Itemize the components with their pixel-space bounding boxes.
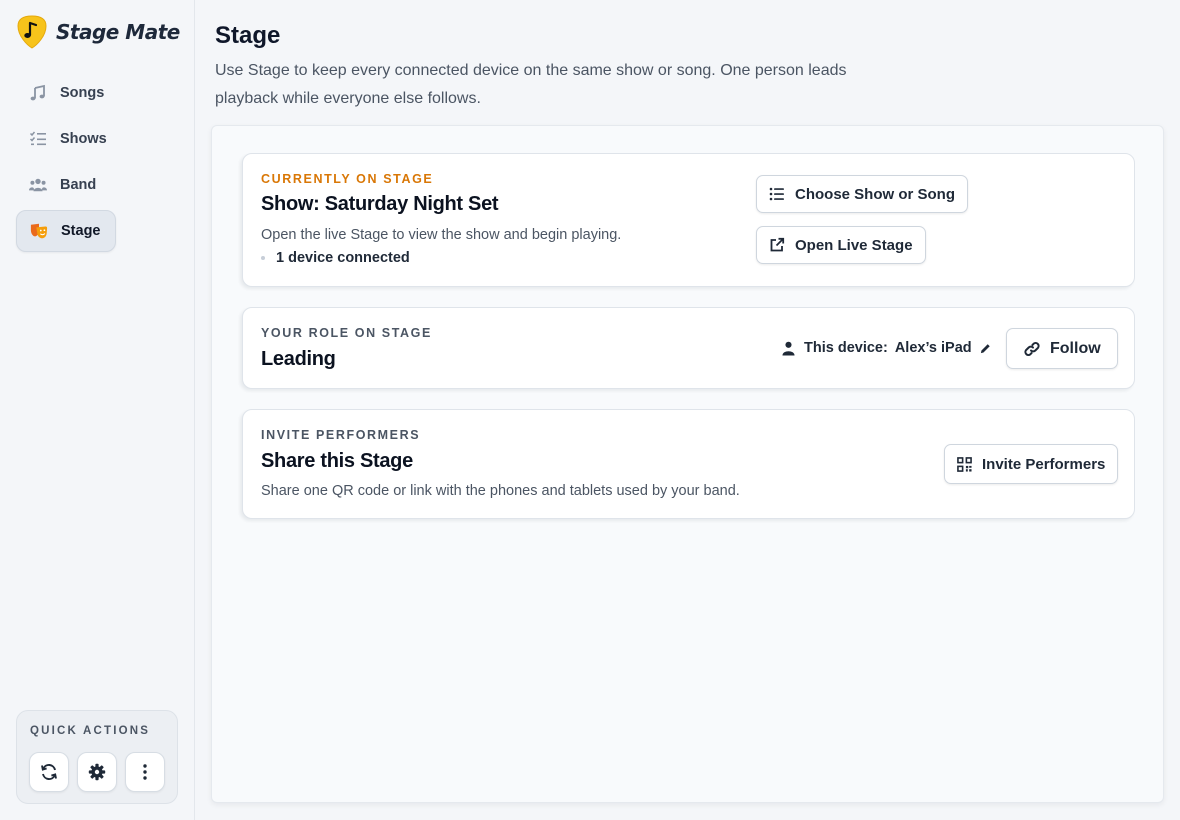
button-label: Choose Show or Song <box>795 185 955 203</box>
button-label: Open Live Stage <box>795 236 913 254</box>
sidebar-item-label: Songs <box>60 85 105 101</box>
button-label: Invite Performers <box>982 455 1106 473</box>
sidebar-item-label: Shows <box>60 131 107 147</box>
more-vertical-icon <box>143 764 147 780</box>
sidebar-item-songs[interactable]: Songs <box>16 72 178 114</box>
users-icon <box>28 176 48 194</box>
gear-icon <box>88 763 106 781</box>
external-link-icon <box>770 237 785 252</box>
quick-actions-panel: QUICK ACTIONS <box>16 710 178 804</box>
card-eyebrow: CURRENTLY ON STAGE <box>261 172 434 186</box>
quick-actions-title: QUICK ACTIONS <box>30 725 151 737</box>
sidebar-nav: Songs Shows Band Stage <box>16 72 178 256</box>
invite-performers-card: INVITE PERFORMERS Share this Stage Share… <box>242 409 1135 519</box>
app-logo[interactable]: Stage Mate <box>17 14 180 50</box>
page-description: Use Stage to keep every connected device… <box>215 62 847 107</box>
open-live-stage-button[interactable]: Open Live Stage <box>756 226 926 264</box>
button-label: Follow <box>1050 339 1101 357</box>
list-icon <box>769 187 784 201</box>
sidebar-item-label: Band <box>60 177 97 193</box>
app-name: Stage Mate <box>56 20 180 44</box>
connected-devices: 1 device connected <box>261 250 410 266</box>
this-device: This device: Alex’s iPad <box>782 340 991 356</box>
your-role-card: YOUR ROLE ON STAGE Leading This device: … <box>242 307 1135 389</box>
refresh-icon <box>41 764 57 780</box>
sidebar-item-shows[interactable]: Shows <box>16 118 178 160</box>
theater-masks-icon <box>29 222 49 240</box>
guitar-pick-logo-icon <box>17 15 47 49</box>
more-button[interactable] <box>125 752 165 792</box>
settings-button[interactable] <box>77 752 117 792</box>
connected-devices-count: 1 device connected <box>276 250 410 266</box>
music-note-icon <box>28 84 48 102</box>
card-title: Share this Stage <box>261 450 413 472</box>
this-device-label: This device: <box>804 340 888 356</box>
device-name: Alex’s iPad <box>894 340 972 356</box>
choose-show-or-song-button[interactable]: Choose Show or Song <box>756 175 968 213</box>
currently-on-stage-card: CURRENTLY ON STAGE Show: Saturday Night … <box>242 153 1135 287</box>
sidebar: Stage Mate Songs Shows Band Stage QUICK … <box>0 0 195 820</box>
user-icon <box>782 341 795 355</box>
sidebar-item-stage[interactable]: Stage <box>16 210 116 252</box>
quick-actions-buttons <box>29 752 165 792</box>
card-eyebrow: YOUR ROLE ON STAGE <box>261 326 432 340</box>
page-title: Stage <box>215 22 281 49</box>
card-description: Open the live Stage to view the show and… <box>261 227 622 243</box>
link-icon <box>1024 341 1040 356</box>
role-title: Leading <box>261 348 336 370</box>
qr-code-icon <box>957 456 972 472</box>
list-check-icon <box>28 130 48 148</box>
refresh-button[interactable] <box>29 752 69 792</box>
follow-button[interactable]: Follow <box>1006 328 1118 369</box>
sidebar-item-band[interactable]: Band <box>16 164 178 206</box>
bullet-dot <box>261 256 265 260</box>
card-description: Share one QR code or link with the phone… <box>261 483 740 499</box>
sidebar-item-label: Stage <box>61 223 101 239</box>
pencil-icon[interactable] <box>980 343 991 354</box>
card-eyebrow: INVITE PERFORMERS <box>261 428 421 442</box>
card-title: Show: Saturday Night Set <box>261 193 499 215</box>
invite-performers-button[interactable]: Invite Performers <box>944 444 1119 484</box>
